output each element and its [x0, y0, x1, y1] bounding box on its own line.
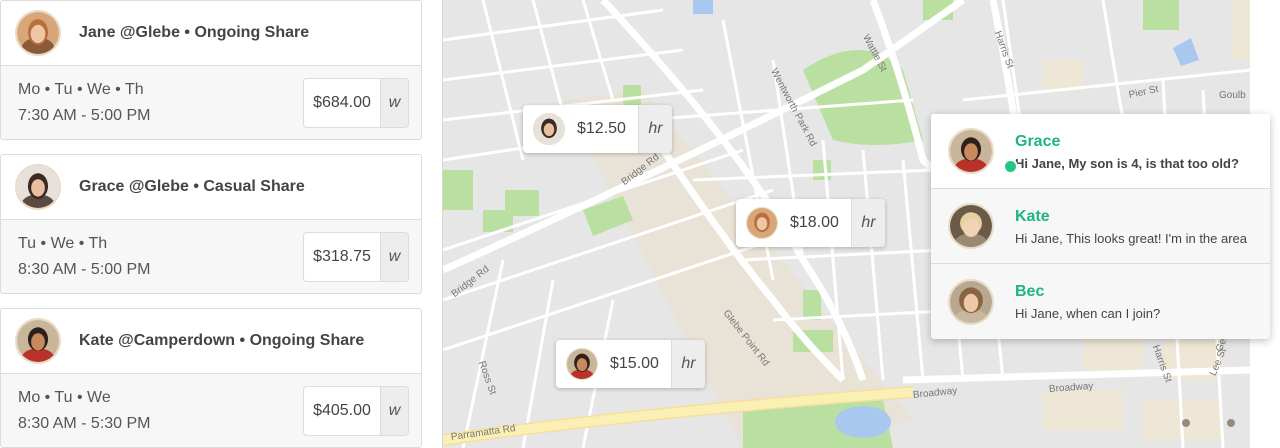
- share-card-body: Tu • We • Th 8:30 AM - 5:00 PM $318.75 w: [1, 220, 421, 293]
- share-price-box: $405.00 w: [303, 386, 409, 436]
- message-sender: Kate: [1015, 207, 1050, 225]
- grace-avatar: [15, 164, 61, 210]
- share-title: Kate @Camperdown • Ongoing Share: [79, 332, 365, 349]
- share-card-header: Jane @Glebe • Ongoing Share: [1, 1, 421, 66]
- street-label: Goulb: [1219, 90, 1246, 101]
- share-card-jane[interactable]: Jane @Glebe • Ongoing Share Mo • Tu • We…: [0, 0, 422, 140]
- pin-unit: hr: [637, 105, 672, 153]
- pin-price: $12.50: [577, 120, 626, 137]
- share-price: $684.00: [313, 94, 371, 111]
- message-item-bec[interactable]: Bec Hi Jane, when can I join?: [931, 264, 1270, 339]
- map-pin-price[interactable]: $12.50 hr: [523, 105, 672, 153]
- kate-avatar: [15, 318, 61, 364]
- share-price-unit: w: [380, 79, 408, 127]
- pin-unit: hr: [850, 199, 885, 247]
- message-text: Grace Hi Jane, My son is 4, is that too …: [1015, 132, 1270, 171]
- share-card-grace[interactable]: Grace @Glebe • Casual Share Tu • We • Th…: [0, 154, 422, 294]
- pin-price: $15.00: [610, 355, 659, 372]
- share-title: Grace @Glebe • Casual Share: [79, 178, 305, 195]
- pin-avatar: [533, 113, 565, 145]
- share-price: $318.75: [313, 248, 371, 265]
- pin-price: $18.00: [790, 214, 839, 231]
- share-title: Jane @Glebe • Ongoing Share: [79, 24, 310, 41]
- kate-avatar: [948, 203, 994, 249]
- message-preview: Hi Jane, when can I join?: [1015, 306, 1161, 321]
- message-text: Bec Hi Jane, when can I join?: [1015, 282, 1270, 321]
- online-status-indicator: [1003, 159, 1018, 174]
- share-card-header: Grace @Glebe • Casual Share: [1, 155, 421, 220]
- pin-avatar: [746, 207, 778, 239]
- share-card-kate[interactable]: Kate @Camperdown • Ongoing Share Mo • Tu…: [0, 308, 422, 448]
- message-text: Kate Hi Jane, This looks great! I'm in t…: [1015, 207, 1270, 246]
- message-preview: Hi Jane, This looks great! I'm in the ar…: [1015, 230, 1248, 246]
- message-sender: Bec: [1015, 283, 1045, 300]
- share-price-box: $318.75 w: [303, 232, 409, 282]
- bec-avatar: [948, 278, 994, 325]
- share-price: $405.00: [313, 402, 371, 419]
- messages-panel: Grace Hi Jane, My son is 4, is that too …: [931, 114, 1270, 339]
- share-price-unit: w: [380, 387, 408, 435]
- message-item-kate[interactable]: Kate Hi Jane, This looks great! I'm in t…: [931, 189, 1270, 264]
- share-card-header: Kate @Camperdown • Ongoing Share: [1, 309, 421, 374]
- share-price-box: $684.00 w: [303, 78, 409, 128]
- share-card-body: Mo • Tu • We 8:30 AM - 5:30 PM $405.00 w: [1, 374, 421, 447]
- message-sender: Grace: [1015, 132, 1061, 150]
- map-pin-price[interactable]: $15.00 hr: [556, 340, 705, 388]
- pin-avatar: [566, 348, 598, 380]
- jane-avatar: [15, 10, 61, 56]
- message-preview: Hi Jane, My son is 4, is that too old?: [1015, 155, 1239, 171]
- map-pin-price[interactable]: $18.00 hr: [736, 199, 885, 247]
- grace-avatar: [948, 128, 994, 174]
- message-item-grace[interactable]: Grace Hi Jane, My son is 4, is that too …: [931, 114, 1270, 189]
- pin-unit: hr: [670, 340, 705, 388]
- share-card-body: Mo • Tu • We • Th 7:30 AM - 5:00 PM $684…: [1, 66, 421, 139]
- share-price-unit: w: [380, 233, 408, 281]
